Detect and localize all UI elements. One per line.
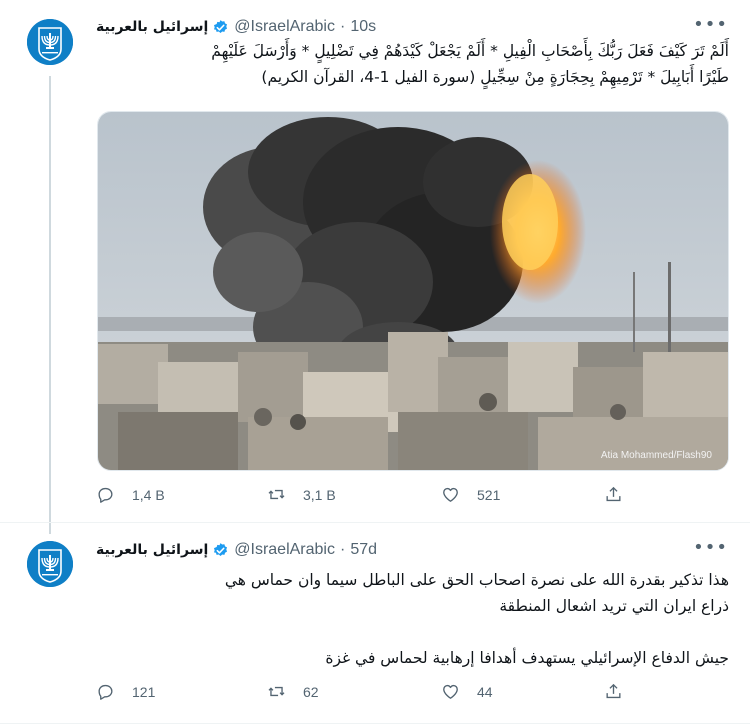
tweet-header: إسرائيل بالعربية @IsraelArabic · 57d	[96, 539, 377, 561]
reply-icon	[98, 487, 113, 503]
share-icon	[606, 683, 621, 699]
timestamp[interactable]: 10s	[350, 18, 376, 36]
reply-count: 121	[132, 683, 156, 700]
avatar[interactable]	[27, 19, 73, 65]
emblem-avatar-icon	[27, 541, 73, 587]
bottom-divider	[0, 723, 750, 724]
share-button[interactable]	[604, 485, 640, 504]
reply-count: 1,4 B	[132, 486, 165, 503]
avatar[interactable]	[27, 541, 73, 587]
tweet-text-line: طَيْرًا أَبَابِيلَ * تَرْمِيهِمْ بِحِجَا…	[261, 68, 729, 86]
tweet-actions: 1,4 B 3,1 B 521	[96, 485, 656, 509]
retweet-icon	[268, 489, 285, 500]
share-button[interactable]	[604, 682, 640, 701]
retweet-button[interactable]: 3,1 B	[267, 485, 336, 504]
reply-icon	[98, 684, 113, 700]
tweet-text: أَلَمْ تَرَ كَيْفَ فَعَلَ رَبُّكَ بِأَصْ…	[97, 38, 729, 90]
tweet-text-line: ذراع ايران التي تريد اشعال المنطقة	[499, 597, 729, 615]
display-name[interactable]: إسرائيل بالعربية	[96, 542, 208, 558]
tweet-actions: 121 62 44	[96, 682, 656, 706]
like-icon	[443, 684, 458, 699]
like-count: 44	[477, 683, 493, 700]
more-options-icon[interactable]: •••	[693, 14, 728, 35]
retweet-count: 62	[303, 683, 319, 700]
tweet-divider	[0, 522, 750, 523]
retweet-icon	[268, 686, 285, 697]
tweet-text-line: جيش الدفاع الإسرائيلي يستهدف أهدافا إرها…	[325, 649, 729, 667]
reply-button[interactable]: 1,4 B	[96, 485, 165, 504]
tweet-photo[interactable]: Atia Mohammed/Flash90	[97, 111, 729, 471]
share-icon	[606, 486, 621, 502]
retweet-count: 3,1 B	[303, 486, 336, 503]
retweet-button[interactable]: 62	[267, 682, 319, 701]
tweet-text-line: أَلَمْ تَرَ كَيْفَ فَعَلَ رَبُّكَ بِأَصْ…	[211, 42, 729, 60]
handle[interactable]: @IsraelArabic	[234, 541, 335, 559]
handle[interactable]: @IsraelArabic	[234, 18, 335, 36]
thread-connector-line	[49, 76, 51, 534]
more-options-icon[interactable]: •••	[693, 537, 728, 558]
timestamp[interactable]: 57d	[350, 541, 377, 559]
like-icon	[443, 487, 458, 502]
tweet-text: هذا تذكير بقدرة الله على نصرة اصحاب الحق…	[97, 567, 729, 671]
emblem-avatar-icon	[27, 19, 73, 65]
tweet-header: إسرائيل بالعربية @IsraelArabic · 10s	[96, 16, 376, 38]
verified-badge-icon	[214, 542, 228, 556]
reply-button[interactable]: 121	[96, 682, 155, 701]
image-credit: Atia Mohammed/Flash90	[601, 450, 713, 461]
display-name[interactable]: إسرائيل بالعربية	[96, 19, 208, 35]
separator-dot: ·	[339, 18, 346, 35]
tweet-text-line: هذا تذكير بقدرة الله على نصرة اصحاب الحق…	[224, 571, 729, 589]
like-button[interactable]: 521	[441, 485, 500, 504]
explosion-photo-illustration: Atia Mohammed/Flash90	[98, 112, 728, 470]
separator-dot: ·	[339, 541, 346, 558]
verified-badge-icon	[214, 19, 228, 33]
like-count: 521	[477, 486, 501, 503]
like-button[interactable]: 44	[441, 682, 493, 701]
